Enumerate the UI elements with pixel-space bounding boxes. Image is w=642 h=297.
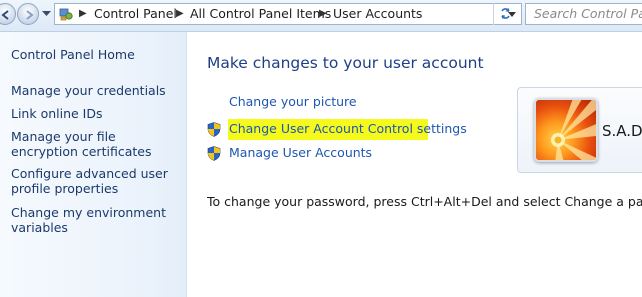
forward-button[interactable] — [17, 3, 39, 25]
back-arrow-icon — [1, 10, 9, 20]
password-instructions: To change your password, press Ctrl+Alt+… — [207, 194, 642, 209]
sidebar-item-advanced-profile-properties[interactable]: Configure advanced user profile properti… — [11, 166, 181, 196]
user-name: S.A.De — [602, 122, 642, 140]
sidebar-item-control-panel-home[interactable]: Control Panel Home — [11, 47, 181, 62]
refresh-icon — [501, 8, 510, 19]
breadcrumb-control-panel[interactable]: Control Panel — [94, 6, 177, 22]
refresh-button[interactable] — [493, 3, 516, 25]
uac-shield-icon — [207, 146, 221, 161]
explorer-window: ▶ Control Panel ▶ All Control Panel Item… — [0, 0, 642, 297]
sidebar: Control Panel Home Manage your credentia… — [0, 32, 187, 297]
breadcrumb-separator-icon[interactable]: ▶ — [319, 8, 327, 20]
search-placeholder[interactable]: Search Control Panel — [534, 6, 642, 22]
flower-picture-icon — [551, 100, 596, 160]
address-bar[interactable]: ▶ Control Panel ▶ All Control Panel Item… — [54, 3, 522, 25]
breadcrumb-separator-icon[interactable]: ▶ — [79, 8, 87, 20]
breadcrumb-all-items[interactable]: All Control Panel Items — [190, 6, 331, 22]
user-tile: S.A.De — [517, 87, 642, 173]
page-title: Make changes to your user account — [207, 54, 484, 72]
recent-pages-dropdown-icon[interactable] — [42, 11, 51, 17]
change-uac-settings-link[interactable]: Change User Account Control settings — [229, 121, 467, 137]
sidebar-item-environment-variables[interactable]: Change my environment variables — [11, 205, 181, 235]
change-picture-link[interactable]: Change your picture — [229, 94, 357, 110]
forward-arrow-icon — [26, 10, 34, 20]
manage-user-accounts-link[interactable]: Manage User Accounts — [229, 145, 372, 161]
uac-shield-icon — [207, 122, 221, 137]
search-box[interactable]: Search Control Panel — [525, 3, 642, 25]
navigation-bar: ▶ Control Panel ▶ All Control Panel Item… — [0, 0, 642, 32]
control-panel-icon — [59, 8, 73, 21]
sidebar-item-manage-credentials[interactable]: Manage your credentials — [11, 83, 181, 98]
avatar[interactable] — [534, 98, 598, 162]
sidebar-item-file-encryption-certificates[interactable]: Manage your file encryption certificates — [11, 129, 181, 159]
sidebar-item-link-online-ids[interactable]: Link online IDs — [11, 106, 181, 121]
breadcrumb-user-accounts[interactable]: User Accounts — [333, 6, 422, 22]
back-button[interactable] — [0, 3, 16, 25]
breadcrumb-separator-icon[interactable]: ▶ — [176, 8, 184, 20]
